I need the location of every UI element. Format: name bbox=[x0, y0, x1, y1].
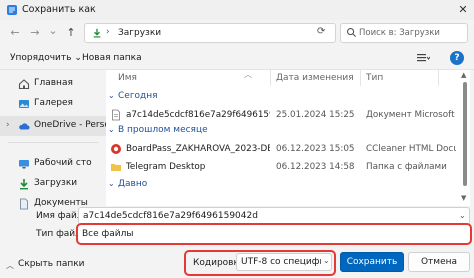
list-item[interactable]: Telegram Desktop 06.12.2023 14:58 Папка … bbox=[106, 158, 466, 176]
close-button[interactable]: ✕ bbox=[452, 0, 474, 20]
breadcrumb-separator: › bbox=[106, 27, 110, 37]
back-button[interactable]: ← bbox=[8, 26, 22, 40]
group-header-last-month[interactable]: ⌄ В прошлом месяце bbox=[106, 124, 436, 138]
cancel-button[interactable]: Отмена bbox=[408, 252, 470, 272]
sidebar-item-label: Главная bbox=[34, 78, 73, 88]
recent-locations-button[interactable]: ⌄ bbox=[46, 24, 60, 38]
file-date: 06.12.2023 15:05 bbox=[276, 144, 355, 154]
address-bar[interactable]: › Загрузки ⟳ bbox=[84, 23, 336, 43]
scroll-up-icon[interactable]: ▲ bbox=[461, 71, 466, 79]
search-placeholder: Поиск в: Загрузки bbox=[359, 28, 440, 38]
file-type: CCleaner HTML Docu... bbox=[366, 144, 456, 154]
group-header-today[interactable]: ⌄ Сегодня bbox=[106, 90, 436, 104]
encoding-value: UTF-8 со спецификацией bbox=[241, 257, 321, 267]
file-date: 25.01.2024 15:25 bbox=[276, 110, 355, 120]
list-item[interactable]: BoardPass_ZAKHAROVA_2023-DEC-06_S... 06.… bbox=[106, 140, 466, 158]
toolbar: Упорядочить ⌄ Новая папка ? bbox=[0, 48, 474, 70]
column-divider[interactable] bbox=[438, 70, 439, 86]
search-input[interactable]: Поиск в: Загрузки bbox=[340, 23, 468, 43]
navigation-bar: ← → ⌄ ↑ › Загрузки ⟳ Поиск в: Загрузки bbox=[0, 20, 474, 46]
group-label: Сегодня bbox=[118, 91, 158, 101]
filename-value: a7c14de5cdcf816e7a29f6496159042d bbox=[83, 211, 258, 221]
sidebar-item-label: Рабочий сто bbox=[34, 158, 92, 168]
home-icon bbox=[18, 79, 30, 90]
file-type: Папка с файлами bbox=[366, 162, 447, 172]
file-list: ︿ Имя Дата изменения Тип ⌄ Сегодня a7c14… bbox=[106, 70, 470, 206]
download-icon bbox=[93, 28, 101, 38]
chevron-down-icon[interactable]: ⌄ bbox=[459, 211, 466, 220]
notepad-icon bbox=[7, 5, 17, 15]
sidebar-item-label: Загрузки bbox=[34, 178, 78, 188]
file-name: BoardPass_ZAKHAROVA_2023-DEC-06_S... bbox=[126, 144, 270, 154]
chevron-down-icon: ⌄ bbox=[108, 91, 115, 100]
column-divider[interactable] bbox=[270, 70, 271, 86]
sidebar-item-downloads[interactable]: Загрузки bbox=[0, 174, 106, 194]
column-header-type[interactable]: Тип bbox=[366, 73, 383, 83]
help-icon[interactable]: ? bbox=[450, 51, 464, 65]
download-icon bbox=[20, 179, 28, 190]
sidebar-divider bbox=[8, 142, 98, 143]
word-doc-icon bbox=[112, 109, 120, 121]
column-header-date[interactable]: Дата изменения bbox=[276, 73, 354, 83]
group-label: В прошлом месяце bbox=[118, 125, 208, 135]
chevron-down-icon: ⌄ bbox=[108, 179, 115, 188]
vertical-scrollbar[interactable]: ▲ ▼ bbox=[460, 70, 470, 206]
hide-folders-button[interactable]: Скрыть папки bbox=[18, 259, 85, 269]
scroll-down-icon[interactable]: ▼ bbox=[461, 194, 466, 202]
sidebar-item-home[interactable]: Главная bbox=[0, 74, 106, 94]
chevron-down-icon: ⌄ bbox=[108, 125, 115, 134]
sidebar-item-label: Галерея bbox=[34, 98, 73, 108]
group-header-long-ago[interactable]: ⌄ Давно bbox=[106, 178, 436, 192]
breadcrumb[interactable]: Загрузки bbox=[118, 28, 161, 38]
encoding-select[interactable]: UTF-8 со спецификацией ⌄ bbox=[236, 253, 332, 271]
sort-chevron-icon: ︿ bbox=[244, 70, 252, 79]
chevron-down-icon[interactable]: ⌄ bbox=[323, 256, 330, 265]
window-title: Сохранить как bbox=[22, 4, 96, 15]
document-icon bbox=[20, 198, 28, 210]
file-date: 06.12.2023 14:58 bbox=[276, 162, 355, 172]
sidebar-item-label: OneDrive - Perso bbox=[34, 120, 106, 130]
filetype-value: Все файлы bbox=[82, 229, 134, 239]
filetype-select[interactable]: Все файлы bbox=[76, 223, 472, 245]
column-divider[interactable] bbox=[360, 70, 361, 86]
file-name: a7c14de5cdcf816e7a29f6496159042d bbox=[126, 110, 270, 120]
view-options-icon[interactable] bbox=[416, 52, 430, 64]
gallery-icon bbox=[19, 100, 29, 108]
up-button[interactable]: ↑ bbox=[64, 26, 78, 40]
dialog-footer: ︿ Скрыть папки Кодировка: UTF-8 со специ… bbox=[0, 246, 474, 278]
html-file-icon bbox=[111, 144, 121, 154]
organize-button[interactable]: Упорядочить ⌄ bbox=[10, 53, 82, 63]
sidebar-item-desktop[interactable]: Рабочий сто bbox=[0, 154, 106, 174]
refresh-icon[interactable]: ⟳ bbox=[317, 26, 325, 37]
chevron-up-icon[interactable]: ︿ bbox=[6, 260, 14, 271]
file-name: Telegram Desktop bbox=[126, 162, 206, 172]
list-item[interactable]: a7c14de5cdcf816e7a29f6496159042d 25.01.2… bbox=[106, 106, 466, 124]
desktop-icon bbox=[19, 160, 29, 169]
title-bar: Сохранить как ✕ bbox=[0, 0, 474, 20]
new-folder-button[interactable]: Новая папка bbox=[82, 53, 142, 63]
cloud-icon bbox=[19, 123, 30, 130]
chevron-down-icon: ⌄ bbox=[74, 53, 82, 63]
file-type: Документ Microsoft Ex... bbox=[366, 110, 456, 120]
group-label: Давно bbox=[118, 179, 148, 189]
search-icon bbox=[347, 28, 357, 38]
scrollbar-thumb[interactable] bbox=[463, 82, 467, 186]
forward-button[interactable]: → bbox=[28, 26, 42, 40]
sidebar-item-gallery[interactable]: Галерея bbox=[0, 94, 106, 114]
organize-label: Упорядочить bbox=[10, 53, 72, 63]
sidebar-item-onedrive[interactable]: › OneDrive - Perso bbox=[0, 116, 106, 136]
save-button[interactable]: Сохранить bbox=[340, 252, 404, 272]
folder-icon bbox=[111, 164, 121, 171]
navigation-pane: Главная Галерея › OneDrive - Perso Рабоч… bbox=[0, 70, 106, 210]
column-header-name[interactable]: Имя bbox=[118, 73, 137, 83]
chevron-right-icon[interactable]: › bbox=[6, 120, 10, 130]
